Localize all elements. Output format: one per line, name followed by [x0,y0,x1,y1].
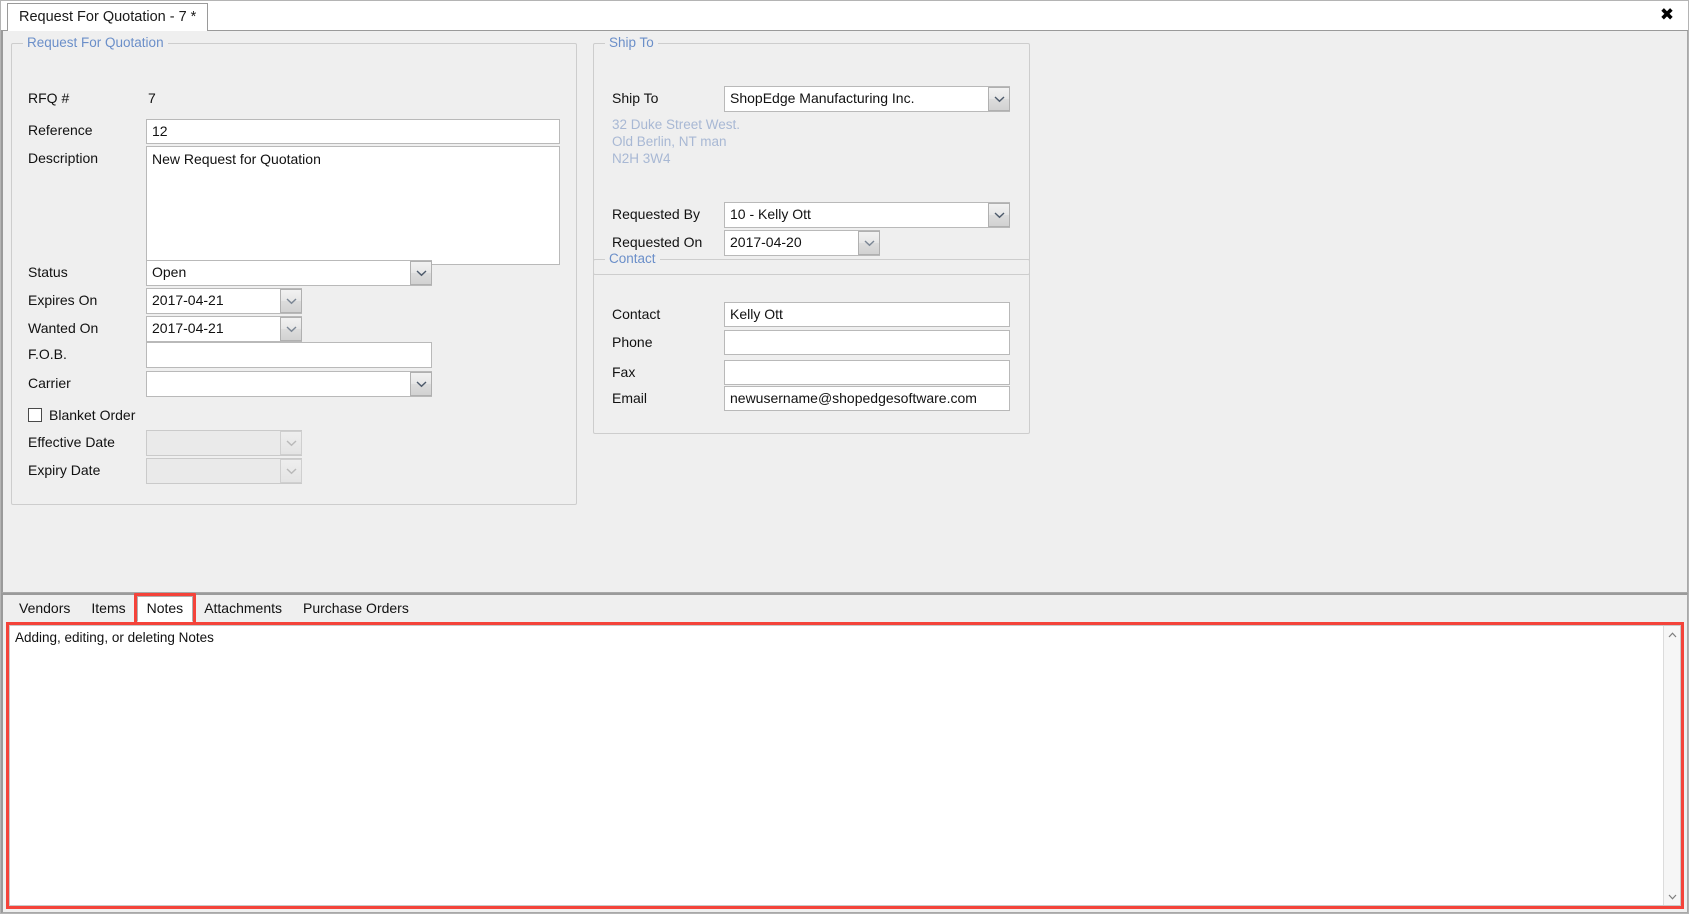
notes-panel: Adding, editing, or deleting Notes [9,625,1681,906]
carrier-combobox[interactable] [146,371,432,397]
requested-on-chevron-down-icon[interactable] [858,231,880,255]
tab-attachments[interactable]: Attachments [194,596,292,622]
form-area: Request For Quotation RFQ # 7 Reference … [1,31,1688,593]
blanket-order-checkbox[interactable] [28,408,42,422]
fob-input[interactable] [146,342,432,368]
rfq-window: Request For Quotation - 7 * ✖ Request Fo… [0,0,1689,914]
group-request-for-quotation: Request For Quotation RFQ # 7 Reference … [11,35,577,505]
title-bar: Request For Quotation - 7 * ✖ [1,1,1688,31]
label-description: Description [28,150,99,166]
group-title-ship-to: Ship To [605,35,658,50]
scroll-down-chevron-icon[interactable] [1664,888,1681,905]
label-phone: Phone [612,334,653,350]
expires-on-chevron-down-icon[interactable] [280,289,302,313]
label-rfq-number: RFQ # [28,90,70,106]
wanted-on-datepicker[interactable]: 2017-04-21 [146,316,302,342]
label-status: Status [28,264,68,280]
label-expiry-date: Expiry Date [28,462,101,478]
tab-items[interactable]: Items [81,596,135,622]
status-combobox[interactable]: Open [146,260,432,286]
reference-input[interactable]: 12 [146,119,560,144]
label-carrier: Carrier [28,375,71,391]
label-effective-date: Effective Date [28,434,115,450]
ship-to-dropdown-chevron-down-icon[interactable] [988,87,1010,111]
ship-to-address-line-1: 32 Duke Street West. [612,117,741,132]
scroll-up-chevron-icon[interactable] [1664,626,1681,643]
close-icon[interactable]: ✖ [1656,4,1678,26]
expiry-date-datepicker[interactable] [146,458,302,484]
value-rfq-number: 7 [148,90,156,106]
notes-panel-highlight: Adding, editing, or deleting Notes [6,622,1684,909]
blanket-order-label: Blanket Order [49,407,136,423]
group-title-rfq: Request For Quotation [23,35,168,50]
notes-scrollbar[interactable] [1663,626,1680,905]
bottom-tabstrip: Vendors Items Notes Attachments Purchase… [5,593,1685,625]
tab-vendors[interactable]: Vendors [9,596,80,622]
expiry-date-chevron-down-icon[interactable] [280,459,302,483]
tab-notes[interactable]: Notes [136,596,194,622]
requested-by-dropdown-chevron-down-icon[interactable] [988,203,1010,227]
label-email: Email [612,390,648,406]
requested-on-datepicker[interactable]: 2017-04-20 [724,230,880,256]
status-dropdown-chevron-down-icon[interactable] [410,261,432,285]
carrier-dropdown-chevron-down-icon[interactable] [410,372,432,396]
label-wanted-on: Wanted On [28,320,99,336]
contact-input[interactable]: Kelly Ott [724,302,1010,327]
tab-purchase-orders[interactable]: Purchase Orders [293,596,419,622]
effective-date-chevron-down-icon[interactable] [280,431,302,455]
label-requested-on: Requested On [612,234,703,250]
wanted-on-chevron-down-icon[interactable] [280,317,302,341]
ship-to-combobox[interactable]: ShopEdge Manufacturing Inc. [724,86,1010,112]
notes-textarea[interactable]: Adding, editing, or deleting Notes [10,626,1663,905]
group-ship-to: Ship To Ship To ShopEdge Manufacturing I… [593,35,1030,275]
label-reference: Reference [28,122,93,138]
group-title-contact: Contact [605,251,660,266]
phone-input[interactable] [724,330,1010,355]
label-fax: Fax [612,364,636,380]
label-expires-on: Expires On [28,292,98,308]
label-ship-to: Ship To [612,90,659,106]
effective-date-datepicker[interactable] [146,430,302,456]
bottom-panel: Vendors Items Notes Attachments Purchase… [1,593,1688,913]
email-input[interactable]: newusername@shopedgesoftware.com [724,386,1010,411]
fax-input[interactable] [724,360,1010,385]
label-requested-by: Requested By [612,206,700,222]
scrollbar-track[interactable] [1664,643,1680,888]
blanket-order-checkbox-row[interactable]: Blanket Order [28,407,135,423]
label-fob: F.O.B. [28,346,67,362]
ship-to-address-line-2: Old Berlin, NT man [612,134,727,149]
expires-on-datepicker[interactable]: 2017-04-21 [146,288,302,314]
ship-to-address-line-3: N2H 3W4 [612,151,671,166]
group-contact: Contact Contact Kelly Ott Phone Fax Emai… [593,251,1030,434]
label-contact: Contact [612,306,661,322]
requested-by-combobox[interactable]: 10 - Kelly Ott [724,202,1010,228]
description-textarea[interactable]: New Request for Quotation [146,146,560,265]
document-tab-request-for-quotation[interactable]: Request For Quotation - 7 * [7,3,209,31]
